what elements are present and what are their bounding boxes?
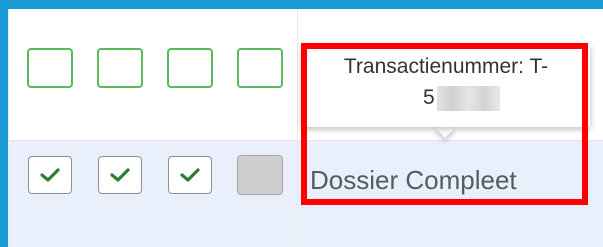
- checkmark-icon: [110, 168, 130, 182]
- checkbox-unchecked[interactable]: [167, 48, 213, 88]
- tooltip-number-prefix: 5: [423, 86, 435, 109]
- checkbox-unchecked[interactable]: [237, 48, 283, 88]
- column-divider: [297, 9, 298, 247]
- checkbox-unchecked[interactable]: [27, 48, 73, 88]
- redacted-transaction-number: [437, 86, 500, 111]
- checkmark-icon: [180, 168, 200, 182]
- transaction-number-tooltip: Transactienummer: T- 5: [302, 45, 590, 127]
- checkmark-icon: [40, 168, 60, 182]
- dossier-status-label: Dossier Compleet: [310, 165, 517, 195]
- column-divider: [8, 9, 9, 247]
- checkbox-unchecked[interactable]: [97, 48, 143, 88]
- checkbox-checked[interactable]: [98, 156, 142, 194]
- checkbox-checked[interactable]: [168, 156, 212, 194]
- tooltip-label: Transactienummer: T-: [343, 55, 549, 78]
- checkbox-disabled: [237, 155, 283, 195]
- checkbox-checked[interactable]: [28, 156, 72, 194]
